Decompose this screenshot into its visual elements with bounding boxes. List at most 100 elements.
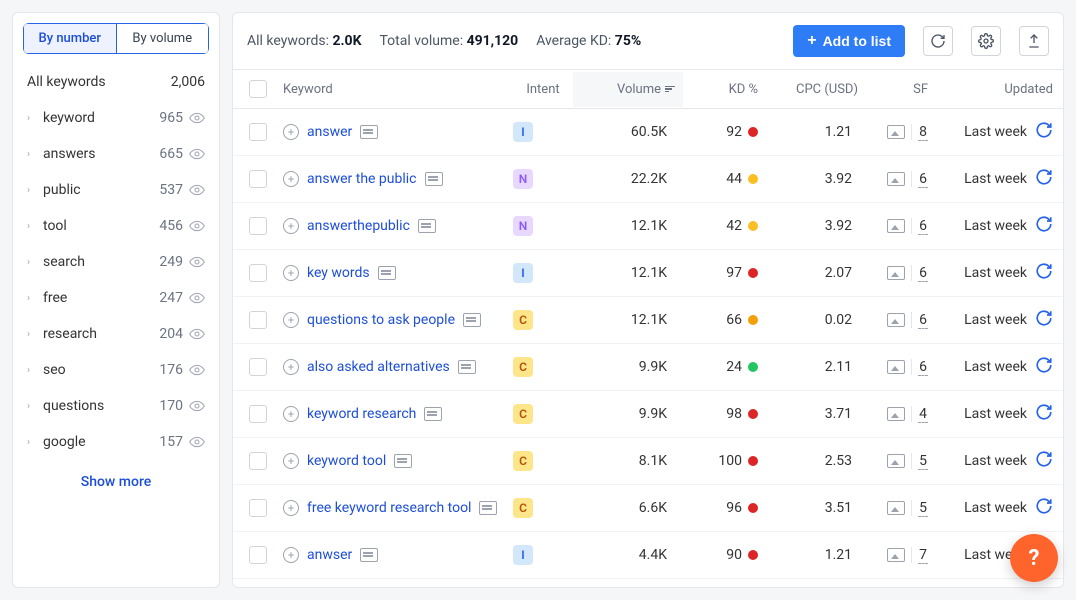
expand-icon[interactable]: + — [283, 265, 299, 281]
help-fab[interactable]: ? — [1010, 534, 1058, 582]
sidebar-item-search[interactable]: › search 249 — [23, 244, 209, 280]
expand-icon[interactable]: + — [283, 312, 299, 328]
expand-icon[interactable]: + — [283, 406, 299, 422]
sidebar-item-seo[interactable]: › seo 176 — [23, 352, 209, 388]
col-kd[interactable]: KD % — [683, 82, 758, 97]
serp-icon[interactable] — [360, 125, 378, 139]
sf-count[interactable]: 6 — [918, 265, 928, 282]
serp-icon[interactable] — [458, 360, 476, 374]
keyword-link[interactable]: answer the public — [307, 171, 417, 187]
sidebar-item-public[interactable]: › public 537 — [23, 172, 209, 208]
serp-icon[interactable] — [479, 501, 497, 515]
expand-icon[interactable]: + — [283, 359, 299, 375]
serp-icon[interactable] — [424, 407, 442, 421]
col-updated[interactable]: Updated — [928, 82, 1053, 97]
eye-icon[interactable] — [189, 182, 205, 198]
sidebar-item-keyword[interactable]: › keyword 965 — [23, 100, 209, 136]
eye-icon[interactable] — [189, 434, 205, 450]
refresh-row-icon[interactable] — [1035, 450, 1053, 472]
expand-icon[interactable]: + — [283, 500, 299, 516]
sf-count[interactable]: 6 — [918, 359, 928, 376]
keyword-link[interactable]: answer — [307, 124, 352, 140]
refresh-row-icon[interactable] — [1035, 356, 1053, 378]
keyword-link[interactable]: anwser — [307, 547, 352, 563]
settings-button[interactable] — [971, 26, 1001, 56]
row-checkbox[interactable] — [249, 170, 267, 188]
serp-icon[interactable] — [418, 219, 436, 233]
eye-icon[interactable] — [189, 398, 205, 414]
sidebar-item-tool[interactable]: › tool 456 — [23, 208, 209, 244]
row-checkbox[interactable] — [249, 311, 267, 329]
col-sf[interactable]: SF — [858, 82, 928, 97]
sf-count[interactable]: 5 — [918, 500, 928, 517]
sidebar-item-google[interactable]: › google 157 — [23, 424, 209, 460]
eye-icon[interactable] — [189, 218, 205, 234]
tab-by-number[interactable]: By number — [23, 23, 117, 54]
all-keywords-row[interactable]: All keywords 2,006 — [23, 68, 209, 100]
serp-icon[interactable] — [463, 313, 481, 327]
row-checkbox[interactable] — [249, 405, 267, 423]
refresh-row-icon[interactable] — [1035, 403, 1053, 425]
col-keyword[interactable]: Keyword — [283, 82, 513, 97]
sidebar-item-answers[interactable]: › answers 665 — [23, 136, 209, 172]
row-checkbox[interactable] — [249, 452, 267, 470]
sf-count[interactable]: 5 — [918, 453, 928, 470]
eye-icon[interactable] — [189, 254, 205, 270]
sf-count[interactable]: 8 — [918, 124, 928, 141]
keyword-link[interactable]: free keyword research tool — [307, 500, 471, 516]
sf-count[interactable]: 6 — [918, 312, 928, 329]
row-checkbox[interactable] — [249, 123, 267, 141]
refresh-button[interactable] — [923, 26, 953, 56]
row-checkbox[interactable] — [249, 546, 267, 564]
keyword-link[interactable]: also asked alternatives — [307, 359, 450, 375]
show-more-button[interactable]: Show more — [23, 460, 209, 496]
sf-count[interactable]: 4 — [918, 406, 928, 423]
serp-icon[interactable] — [378, 266, 396, 280]
expand-icon[interactable]: + — [283, 547, 299, 563]
eye-icon[interactable] — [189, 290, 205, 306]
updated-text: Last week — [964, 500, 1027, 516]
keyword-link[interactable]: key words — [307, 265, 370, 281]
tab-by-volume[interactable]: By volume — [117, 23, 210, 54]
serp-icon[interactable] — [425, 172, 443, 186]
sidebar-item-research[interactable]: › research 204 — [23, 316, 209, 352]
refresh-row-icon[interactable] — [1035, 215, 1053, 237]
serp-icon[interactable] — [394, 454, 412, 468]
eye-icon[interactable] — [189, 326, 205, 342]
sf-count[interactable]: 6 — [918, 218, 928, 235]
sf-count[interactable]: 6 — [918, 171, 928, 188]
keyword-link[interactable]: keyword tool — [307, 453, 386, 469]
row-checkbox[interactable] — [249, 499, 267, 517]
col-intent[interactable]: Intent — [513, 82, 573, 97]
eye-icon[interactable] — [189, 110, 205, 126]
add-to-list-button[interactable]: + Add to list — [793, 25, 905, 57]
refresh-row-icon[interactable] — [1035, 309, 1053, 331]
col-volume[interactable]: Volume — [573, 72, 683, 107]
refresh-row-icon[interactable] — [1035, 121, 1053, 143]
eye-icon[interactable] — [189, 362, 205, 378]
serp-icon[interactable] — [360, 548, 378, 562]
expand-icon[interactable]: + — [283, 218, 299, 234]
sidebar-item-free[interactable]: › free 247 — [23, 280, 209, 316]
cpc-cell: 1.21 — [758, 547, 858, 563]
row-checkbox[interactable] — [249, 264, 267, 282]
keyword-link[interactable]: questions to ask people — [307, 312, 455, 328]
sidebar-item-questions[interactable]: › questions 170 — [23, 388, 209, 424]
keyword-link[interactable]: keyword research — [307, 406, 416, 422]
col-cpc[interactable]: CPC (USD) — [758, 82, 858, 97]
keyword-link[interactable]: answerthepublic — [307, 218, 410, 234]
expand-icon[interactable]: + — [283, 171, 299, 187]
sf-count[interactable]: 7 — [918, 547, 928, 564]
export-button[interactable] — [1019, 26, 1049, 56]
refresh-row-icon[interactable] — [1035, 497, 1053, 519]
refresh-row-icon[interactable] — [1035, 168, 1053, 190]
row-checkbox[interactable] — [249, 358, 267, 376]
refresh-row-icon[interactable] — [1035, 262, 1053, 284]
expand-icon[interactable]: + — [283, 453, 299, 469]
select-all-checkbox[interactable] — [249, 80, 267, 98]
eye-icon[interactable] — [189, 146, 205, 162]
expand-icon[interactable]: + — [283, 124, 299, 140]
table-row: + keyword tool C 8.1K 100 2.53 5 Last we… — [233, 438, 1063, 485]
row-checkbox[interactable] — [249, 217, 267, 235]
serp-feature-icon — [887, 125, 905, 139]
